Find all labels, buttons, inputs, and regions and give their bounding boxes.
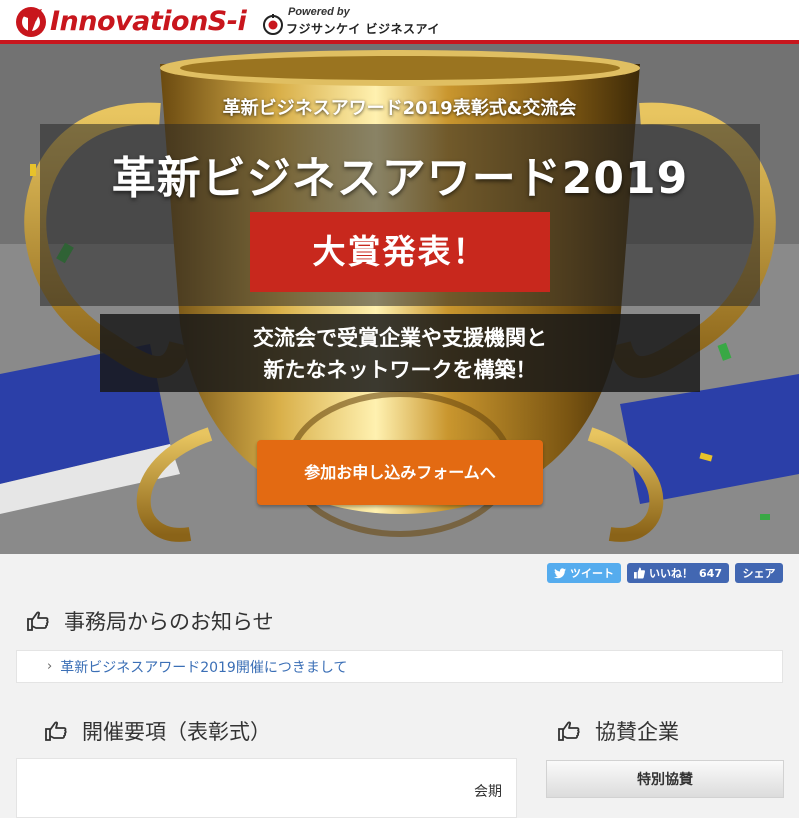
hand-pointer-icon xyxy=(27,611,49,631)
apply-form-button[interactable]: 参加お申し込みフォームへ xyxy=(257,440,543,505)
social-buttons: ツイート いいね！ 647 シェア xyxy=(547,563,783,583)
hero-banner: 革新ビジネスアワード2019表彰式&交流会 革新ビジネスアワード2019 大賞発… xyxy=(0,44,799,554)
tweet-button[interactable]: ツイート xyxy=(547,563,621,583)
site-logo[interactable]: InnovationS-i xyxy=(14,5,247,39)
like-count: 647 xyxy=(699,566,722,580)
chevron-right-icon: › xyxy=(47,659,53,674)
hero-title: 革新ビジネスアワード2019 xyxy=(111,153,689,204)
hero-message-line-2: 新たなネットワークを構築！ xyxy=(263,358,537,382)
hero-message-line-1: 交流会で受賞企業や支援機関と xyxy=(253,326,547,350)
hand-pointer-icon xyxy=(558,721,580,741)
partner-name: フジサンケイ ビジネスアイ xyxy=(286,22,440,36)
facebook-like-button[interactable]: いいね！ 647 xyxy=(627,563,729,583)
special-sponsor-tab[interactable]: 特別協賛 xyxy=(546,760,784,798)
share-button[interactable]: シェア xyxy=(735,563,783,583)
hero-subtitle: 革新ビジネスアワード2019表彰式&交流会 xyxy=(222,98,577,119)
grand-prize-badge: 大賞発表！ xyxy=(250,212,550,292)
partner-eye-icon xyxy=(263,14,283,35)
notice-heading: 事務局からのお知らせ xyxy=(26,606,274,636)
logo-arrow-icon xyxy=(16,7,46,37)
venue-period-label: 会期 xyxy=(474,784,502,800)
hand-pointer-icon xyxy=(45,721,67,741)
overview-heading: 開催要項（表彰式） xyxy=(44,716,271,746)
overview-table: 会期 xyxy=(16,758,517,818)
like-label: いいね！ xyxy=(649,567,694,580)
notice-list: › 革新ビジネスアワード2019開催につきまして xyxy=(16,650,783,683)
powered-by-label: Powered by xyxy=(288,6,350,18)
thumbs-up-icon xyxy=(634,567,645,579)
sponsors-heading: 協賛企業 xyxy=(557,716,679,746)
notice-heading-text: 事務局からのお知らせ xyxy=(64,610,274,634)
logo-text: InnovationS-i xyxy=(50,6,247,37)
overview-heading-text: 開催要項（表彰式） xyxy=(82,720,271,744)
sponsors-heading-text: 協賛企業 xyxy=(595,720,679,744)
hero-title-panel: 革新ビジネスアワード2019 大賞発表！ xyxy=(40,124,760,306)
notice-link[interactable]: 革新ビジネスアワード2019開催につきまして xyxy=(60,657,347,677)
twitter-bird-icon xyxy=(554,567,566,578)
tweet-label: ツイート xyxy=(570,567,614,580)
site-header: InnovationS-i Powered by フジサンケイ ビジネスアイ xyxy=(0,0,799,44)
hero-message: 交流会で受賞企業や支援機関と 新たなネットワークを構築！ xyxy=(100,314,700,392)
